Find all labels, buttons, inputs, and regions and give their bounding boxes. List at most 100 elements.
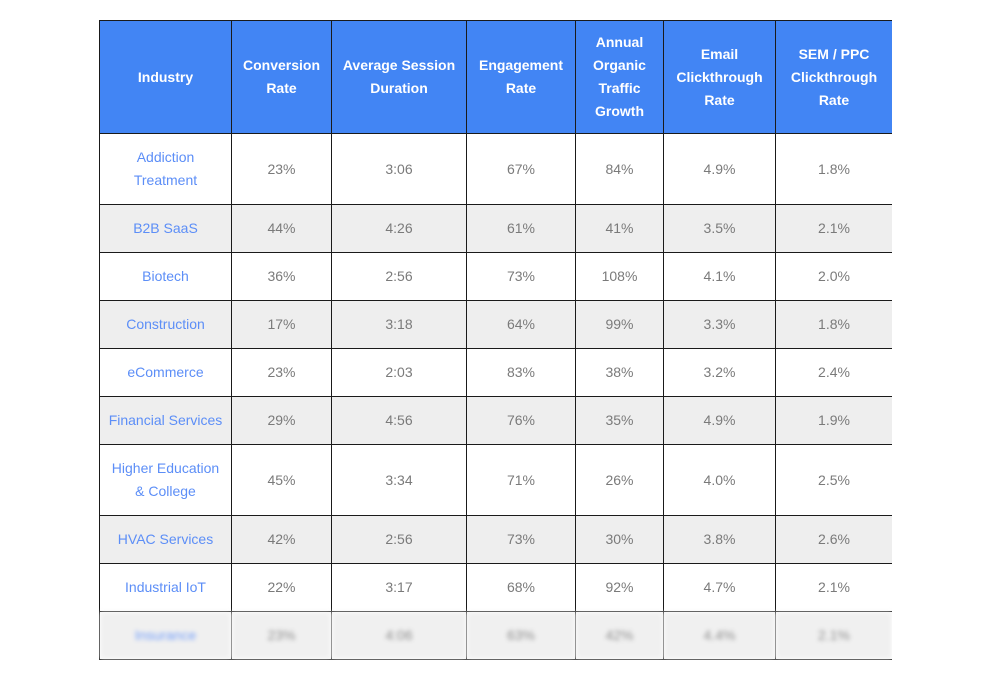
cell-average-session-duration: 2:03 (331, 348, 467, 397)
cell-annual-organic-traffic-growth: 92% (575, 563, 664, 612)
cell-average-session-duration: 3:17 (331, 563, 467, 612)
cell-email-clickthrough-rate: 4.4% (663, 611, 776, 660)
table-row: Addiction Treatment 23% 3:06 67% 84% 4.9% 1.8% (99, 133, 892, 205)
page-root: Industry Conversion Rate Average Session… (0, 0, 990, 700)
cell-average-session-duration: 2:56 (331, 252, 467, 301)
column-header-average-session-duration[interactable]: Average Session Duration (331, 20, 467, 134)
cell-sem-ppc-clickthrough-rate: 2.5% (775, 444, 892, 516)
cell-annual-organic-traffic-growth: 99% (575, 300, 664, 349)
cell-sem-ppc-clickthrough-rate: 1.8% (775, 133, 892, 205)
industry-link[interactable]: eCommerce (127, 364, 203, 380)
table-row: Biotech 36% 2:56 73% 108% 4.1% 2.0% (99, 252, 892, 301)
cell-conversion-rate: 17% (231, 300, 332, 349)
table-row: Higher Education & College 45% 3:34 71% 26% 4… (99, 444, 892, 516)
industry-link[interactable]: Higher Education & College (112, 460, 219, 499)
table-row: Construction 17% 3:18 64% 99% 3.3% 1.8% (99, 300, 892, 349)
industry-link[interactable]: Industrial IoT (125, 579, 206, 595)
cell-email-clickthrough-rate: 4.9% (663, 396, 776, 445)
table-row: HVAC Services 42% 2:56 73% 30% 3.8% 2.6% (99, 515, 892, 564)
cell-sem-ppc-clickthrough-rate: 2.0% (775, 252, 892, 301)
column-header-conversion-rate[interactable]: Conversion Rate (231, 20, 332, 134)
cell-engagement-rate: 61% (466, 204, 576, 253)
cell-engagement-rate: 76% (466, 396, 576, 445)
cell-sem-ppc-clickthrough-rate: 1.9% (775, 396, 892, 445)
cell-engagement-rate: 67% (466, 133, 576, 205)
table-row: eCommerce 23% 2:03 83% 38% 3.2% 2.4% (99, 348, 892, 397)
cell-engagement-rate: 73% (466, 252, 576, 301)
cell-conversion-rate: 23% (231, 133, 332, 205)
cell-average-session-duration: 3:34 (331, 444, 467, 516)
cell-sem-ppc-clickthrough-rate: 2.6% (775, 515, 892, 564)
cell-industry[interactable]: Industrial IoT (99, 563, 232, 612)
cell-conversion-rate: 22% (231, 563, 332, 612)
cell-engagement-rate: 73% (466, 515, 576, 564)
cell-annual-organic-traffic-growth: 30% (575, 515, 664, 564)
table-row: Industrial IoT 22% 3:17 68% 92% 4.7% 2.1% (99, 563, 892, 612)
cell-industry[interactable]: eCommerce (99, 348, 232, 397)
cell-engagement-rate: 63% (466, 611, 576, 660)
cell-email-clickthrough-rate: 4.0% (663, 444, 776, 516)
cell-industry[interactable]: Construction (99, 300, 232, 349)
cell-annual-organic-traffic-growth: 84% (575, 133, 664, 205)
cell-industry[interactable]: HVAC Services (99, 515, 232, 564)
cell-email-clickthrough-rate: 3.8% (663, 515, 776, 564)
cell-annual-organic-traffic-growth: 108% (575, 252, 664, 301)
cell-email-clickthrough-rate: 4.1% (663, 252, 776, 301)
cell-conversion-rate: 36% (231, 252, 332, 301)
cell-industry[interactable]: Addiction Treatment (99, 133, 232, 205)
cell-conversion-rate: 44% (231, 204, 332, 253)
cell-engagement-rate: 83% (466, 348, 576, 397)
cell-average-session-duration: 2:56 (331, 515, 467, 564)
cell-industry[interactable]: Biotech (99, 252, 232, 301)
cell-conversion-rate: 42% (231, 515, 332, 564)
cell-email-clickthrough-rate: 3.2% (663, 348, 776, 397)
cell-sem-ppc-clickthrough-rate: 2.1% (775, 563, 892, 612)
column-header-sem-ppc-clickthrough-rate[interactable]: SEM / PPC Clickthrough Rate (775, 20, 892, 134)
cell-industry[interactable]: B2B SaaS (99, 204, 232, 253)
industry-link[interactable]: Construction (126, 316, 205, 332)
industry-link[interactable]: Insurance (135, 627, 196, 643)
metrics-table-container: Industry Conversion Rate Average Session… (99, 20, 892, 660)
cell-engagement-rate: 71% (466, 444, 576, 516)
cell-sem-ppc-clickthrough-rate: 2.4% (775, 348, 892, 397)
column-header-email-clickthrough-rate[interactable]: Email Clickthrough Rate (663, 20, 776, 134)
cell-engagement-rate: 64% (466, 300, 576, 349)
cell-industry[interactable]: Higher Education & College (99, 444, 232, 516)
cell-sem-ppc-clickthrough-rate: 2.1% (775, 611, 892, 660)
industry-link[interactable]: HVAC Services (118, 531, 213, 547)
table-row: Financial Services 29% 4:56 76% 35% 4.9% 1.9% (99, 396, 892, 445)
industry-link[interactable]: Addiction Treatment (134, 149, 197, 188)
industry-link[interactable]: Financial Services (109, 412, 223, 428)
cell-conversion-rate: 29% (231, 396, 332, 445)
column-header-industry[interactable]: Industry (99, 20, 232, 134)
cell-conversion-rate: 45% (231, 444, 332, 516)
cell-annual-organic-traffic-growth: 35% (575, 396, 664, 445)
cell-conversion-rate: 23% (231, 611, 332, 660)
cell-average-session-duration: 3:18 (331, 300, 467, 349)
cell-annual-organic-traffic-growth: 41% (575, 204, 664, 253)
cell-annual-organic-traffic-growth: 26% (575, 444, 664, 516)
cell-conversion-rate: 23% (231, 348, 332, 397)
column-header-annual-organic-traffic-growth[interactable]: Annual Organic Traffic Growth (575, 20, 664, 134)
cell-email-clickthrough-rate: 4.7% (663, 563, 776, 612)
table-row: Insurance 23% 4:06 63% 42% 4.4% 2.1% (99, 611, 892, 660)
cell-annual-organic-traffic-growth: 42% (575, 611, 664, 660)
table-body: Addiction Treatment 23% 3:06 67% 84% 4.9% 1.8%… (99, 133, 892, 660)
cell-industry[interactable]: Financial Services (99, 396, 232, 445)
industry-link[interactable]: B2B SaaS (133, 220, 198, 236)
cell-annual-organic-traffic-growth: 38% (575, 348, 664, 397)
cell-average-session-duration: 4:56 (331, 396, 467, 445)
column-header-engagement-rate[interactable]: Engagement Rate (466, 20, 576, 134)
cell-email-clickthrough-rate: 3.5% (663, 204, 776, 253)
cell-average-session-duration: 4:06 (331, 611, 467, 660)
table-row: B2B SaaS 44% 4:26 61% 41% 3.5% 2.1% (99, 204, 892, 253)
bottom-fade-overlay (0, 666, 990, 700)
table-header-row: Industry Conversion Rate Average Session… (99, 20, 892, 134)
cell-sem-ppc-clickthrough-rate: 2.1% (775, 204, 892, 253)
industry-benchmarks-table: Industry Conversion Rate Average Session… (99, 20, 892, 660)
cell-industry[interactable]: Insurance (99, 611, 232, 660)
cell-engagement-rate: 68% (466, 563, 576, 612)
table-header: Industry Conversion Rate Average Session… (99, 20, 892, 134)
industry-link[interactable]: Biotech (142, 268, 189, 284)
cell-average-session-duration: 4:26 (331, 204, 467, 253)
